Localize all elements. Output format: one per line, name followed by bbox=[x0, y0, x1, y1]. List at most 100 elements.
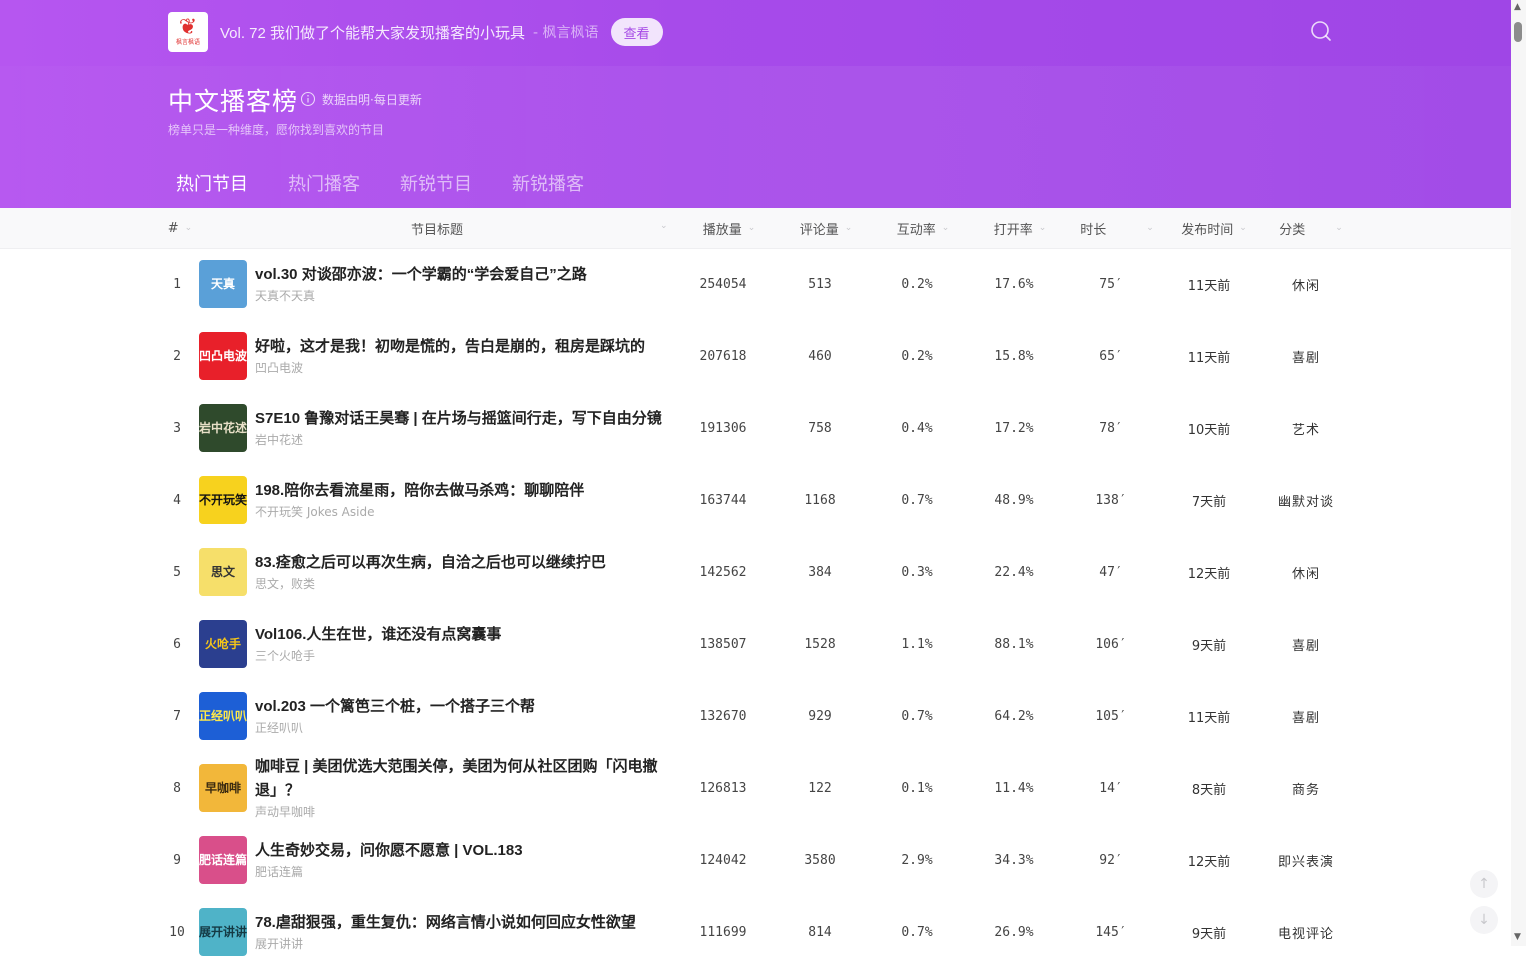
podcast-name-link[interactable]: 凹凸电波 bbox=[255, 359, 675, 377]
podcast-name-link[interactable]: 展开讲讲 bbox=[255, 935, 675, 953]
table-row[interactable]: 10 展开讲讲 78.虐甜狠强，重生复仇：网络言情小说如何回应女性欲望 展开讲讲… bbox=[0, 896, 1511, 968]
tab-hot-episodes[interactable]: 热门节目 bbox=[168, 170, 280, 196]
column-rank[interactable]: # ⌄ bbox=[162, 208, 198, 248]
column-duration[interactable]: 时长 ⌄ bbox=[1072, 208, 1162, 248]
back-to-top-button[interactable]: ↑ bbox=[1470, 870, 1498, 898]
episode-title-link[interactable]: 83.痊愈之后可以再次生病，自洽之后也可以继续拧巴 bbox=[255, 551, 675, 575]
tab-new-episodes[interactable]: 新锐节目 bbox=[392, 170, 504, 196]
column-interaction[interactable]: 互动率 ⌄ bbox=[878, 208, 968, 248]
category-value[interactable]: 电视评论 bbox=[1266, 896, 1346, 968]
chevron-down-icon[interactable]: ⌄ bbox=[660, 221, 668, 231]
tab-hot-podcasts[interactable]: 热门播客 bbox=[280, 170, 392, 196]
rank-number: 2 bbox=[173, 348, 181, 364]
scroll-up-arrow-icon[interactable]: ▲ bbox=[1514, 2, 1521, 12]
podcast-name-link[interactable]: 正经叭叭 bbox=[255, 719, 675, 737]
category-value[interactable]: 休闲 bbox=[1266, 536, 1346, 608]
podcast-cover-image[interactable]: 岩中花述 bbox=[199, 404, 247, 452]
interaction-rate-value: 0.7% bbox=[901, 708, 933, 724]
published-value: 11天前 bbox=[1187, 350, 1231, 366]
category-value[interactable]: 喜剧 bbox=[1266, 320, 1346, 392]
table-row[interactable]: 5 思文 83.痊愈之后可以再次生病，自洽之后也可以继续拧巴 思文，败类 142… bbox=[0, 536, 1511, 608]
comments-value: 1168 bbox=[804, 492, 836, 508]
plays-value: 111699 bbox=[699, 924, 747, 940]
column-category[interactable]: 分类 ⌄ bbox=[1266, 208, 1356, 248]
table-row[interactable]: 4 不开玩笑 198.陪你去看流星雨，陪你去做马杀鸡：聊聊陪伴 不开玩笑 Jok… bbox=[0, 464, 1511, 536]
episode-title-link[interactable]: 198.陪你去看流星雨，陪你去做马杀鸡：聊聊陪伴 bbox=[255, 479, 675, 503]
column-published-label: 发布时间 bbox=[1181, 222, 1234, 238]
chevron-down-icon: ⌄ bbox=[941, 223, 950, 233]
scroll-down-arrow-icon[interactable]: ▼ bbox=[1514, 932, 1521, 942]
table-row[interactable]: 6 火呛手 Vol106.人生在世，谁还没有点窝囊事 三个火呛手 138507 … bbox=[0, 608, 1511, 680]
column-open-rate[interactable]: 打开率 ⌄ bbox=[975, 208, 1065, 248]
interaction-rate-value: 1.1% bbox=[901, 636, 933, 652]
podcast-cover-image[interactable]: 不开玩笑 bbox=[199, 476, 247, 524]
podcast-name-link[interactable]: 声动早咖啡 bbox=[255, 803, 675, 821]
episode-title-link[interactable]: vol.203 一个篱笆三个桩，一个搭子三个帮 bbox=[255, 695, 675, 719]
column-title[interactable]: 节目标题 bbox=[199, 208, 675, 248]
podcast-name-link[interactable]: 肥话连篇 bbox=[255, 863, 675, 881]
arrow-down-icon: ↓ bbox=[1478, 912, 1490, 928]
app-logo[interactable]: ❦ 枫言枫语 bbox=[168, 12, 208, 52]
episode-title-cell: Vol106.人生在世，谁还没有点窝囊事 三个火呛手 bbox=[255, 608, 675, 680]
podcast-cover-image[interactable]: 凹凸电波 bbox=[199, 332, 247, 380]
scroll-to-bottom-button[interactable]: ↓ bbox=[1470, 906, 1498, 934]
episode-title-link[interactable]: 好啦，这才是我！初吻是慌的，告白是崩的，租房是踩坑的 bbox=[255, 335, 675, 359]
duration-value: 105′ bbox=[1095, 708, 1127, 724]
info-icon[interactable] bbox=[300, 91, 316, 107]
podcast-cover-image[interactable]: 早咖啡 bbox=[199, 764, 247, 812]
search-icon[interactable] bbox=[1310, 20, 1332, 42]
podcast-name-link[interactable]: 天真不天真 bbox=[255, 287, 675, 305]
column-plays[interactable]: 播放量 ⌄ bbox=[684, 208, 774, 248]
podcast-name-link[interactable]: 岩中花述 bbox=[255, 431, 675, 449]
column-comments[interactable]: 评论量 ⌄ bbox=[781, 208, 871, 248]
duration-value: 75′ bbox=[1099, 276, 1123, 292]
tab-new-podcasts[interactable]: 新锐播客 bbox=[504, 170, 616, 196]
category-value[interactable]: 休闲 bbox=[1266, 248, 1346, 320]
table-row[interactable]: 2 凹凸电波 好啦，这才是我！初吻是慌的，告白是崩的，租房是踩坑的 凹凸电波 2… bbox=[0, 320, 1511, 392]
view-button[interactable]: 查看 bbox=[610, 18, 663, 46]
plays-value: 163744 bbox=[699, 492, 747, 508]
category-value[interactable]: 商务 bbox=[1266, 752, 1346, 824]
category-value[interactable]: 喜剧 bbox=[1266, 608, 1346, 680]
interaction-rate-value: 0.4% bbox=[901, 420, 933, 436]
column-published[interactable]: 发布时间 ⌄ bbox=[1169, 208, 1259, 248]
published-value: 9天前 bbox=[1191, 926, 1227, 942]
published-value: 12天前 bbox=[1187, 854, 1231, 870]
table-row[interactable]: 9 肥话连篇 人生奇妙交易，问你愿不愿意 | VOL.183 肥话连篇 1240… bbox=[0, 824, 1511, 896]
scrollbar-thumb[interactable] bbox=[1514, 22, 1522, 42]
podcast-cover-image[interactable]: 正经叭叭 bbox=[199, 692, 247, 740]
column-open-rate-label: 打开率 bbox=[993, 222, 1033, 238]
now-playing-title[interactable]: Vol. 72 我们做了个能帮大家发现播客的小玩具 bbox=[220, 22, 525, 43]
ranking-tabs: 热门节目 热门播客 新锐节目 新锐播客 bbox=[168, 170, 616, 196]
episode-title-link[interactable]: 78.虐甜狠强，重生复仇：网络言情小说如何回应女性欲望 bbox=[255, 911, 675, 935]
plays-value: 254054 bbox=[699, 276, 747, 292]
podcast-cover-image[interactable]: 天真 bbox=[199, 260, 247, 308]
table-row[interactable]: 1 天真 vol.30 对谈邵亦波：一个学霸的“学会爱自己”之路 天真不天真 2… bbox=[0, 248, 1511, 320]
episode-title-cell: S7E10 鲁豫对话王昊骞 | 在片场与摇篮间行走，写下自由分镜 岩中花述 bbox=[255, 392, 675, 464]
podcast-cover-image[interactable]: 肥话连篇 bbox=[199, 836, 247, 884]
episode-title-link[interactable]: 咖啡豆 | 美团优选大范围关停，美团为何从社区团购「闪电撤退」？ bbox=[255, 755, 675, 803]
episode-title-link[interactable]: Vol106.人生在世，谁还没有点窝囊事 bbox=[255, 623, 675, 647]
podcast-name-link[interactable]: 不开玩笑 Jokes Aside bbox=[255, 503, 675, 521]
published-value: 9天前 bbox=[1191, 638, 1227, 654]
podcast-cover-image[interactable]: 思文 bbox=[199, 548, 247, 596]
episode-title-cell: 83.痊愈之后可以再次生病，自洽之后也可以继续拧巴 思文，败类 bbox=[255, 536, 675, 608]
episode-title-link[interactable]: S7E10 鲁豫对话王昊骞 | 在片场与摇篮间行走，写下自由分镜 bbox=[255, 407, 675, 431]
scrollbar-track[interactable] bbox=[1511, 0, 1526, 946]
table-row[interactable]: 8 早咖啡 咖啡豆 | 美团优选大范围关停，美团为何从社区团购「闪电撤退」？ 声… bbox=[0, 752, 1511, 824]
episode-title-link[interactable]: vol.30 对谈邵亦波：一个学霸的“学会爱自己”之路 bbox=[255, 263, 675, 287]
interaction-rate-value: 0.1% bbox=[901, 780, 933, 796]
podcast-name-link[interactable]: 三个火呛手 bbox=[255, 647, 675, 665]
episode-title-link[interactable]: 人生奇妙交易，问你愿不愿意 | VOL.183 bbox=[255, 839, 675, 863]
column-interaction-label: 互动率 bbox=[896, 222, 936, 238]
podcast-cover-image[interactable]: 展开讲讲 bbox=[199, 908, 247, 956]
category-value[interactable]: 即兴表演 bbox=[1266, 824, 1346, 896]
podcast-name-link[interactable]: 思文，败类 bbox=[255, 575, 675, 593]
category-value[interactable]: 幽默对谈 bbox=[1266, 464, 1346, 536]
table-row[interactable]: 3 岩中花述 S7E10 鲁豫对话王昊骞 | 在片场与摇篮间行走，写下自由分镜 … bbox=[0, 392, 1511, 464]
category-value[interactable]: 喜剧 bbox=[1266, 680, 1346, 752]
podcast-cover-image[interactable]: 火呛手 bbox=[199, 620, 247, 668]
rank-number: 10 bbox=[169, 924, 185, 940]
table-row[interactable]: 7 正经叭叭 vol.203 一个篱笆三个桩，一个搭子三个帮 正经叭叭 1326… bbox=[0, 680, 1511, 752]
category-value[interactable]: 艺术 bbox=[1266, 392, 1346, 464]
